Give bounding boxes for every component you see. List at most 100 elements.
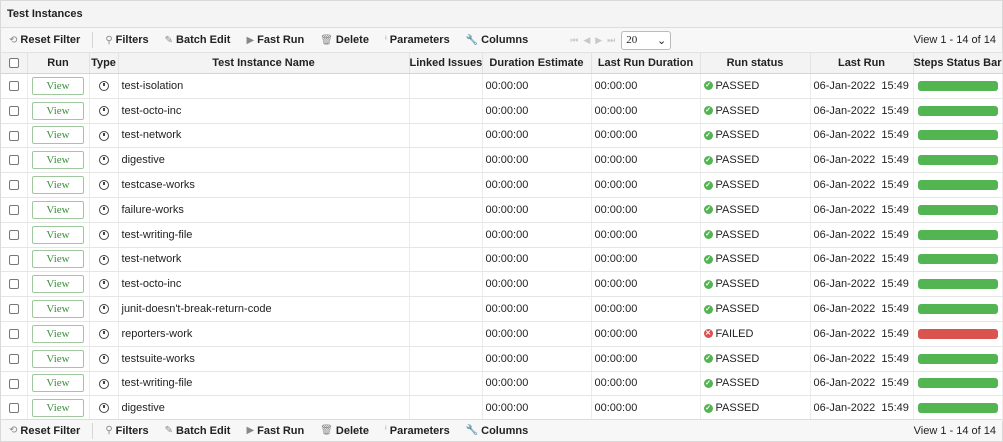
table-row[interactable]: View test-isolation 00:00:00 00:00:00 ✓ PASSE… xyxy=(1,73,1003,99)
parameters-button-bottom[interactable]: ⁱ Parameters xyxy=(377,425,458,437)
view-button[interactable]: View xyxy=(32,176,84,195)
view-button[interactable]: View xyxy=(32,275,84,294)
run-status-text: PASSED xyxy=(715,253,760,266)
row-select-cell xyxy=(1,73,28,99)
run-cell: View xyxy=(27,73,90,99)
instance-name-cell[interactable]: test-octo-inc xyxy=(118,98,410,124)
trash-icon: 🗑 xyxy=(320,425,333,436)
table-row[interactable]: View test-writing-file 00:00:00 00:00:00 ✓ PA… xyxy=(1,222,1003,248)
table-row[interactable]: View digestive 00:00:00 00:00:00 ✓ PASSED 06-J… xyxy=(1,147,1003,174)
instance-name-cell[interactable]: test-isolation xyxy=(118,73,410,99)
batch-edit-button[interactable]: ✎ Batch Edit xyxy=(157,34,239,46)
table-row[interactable]: View failure-works 00:00:00 00:00:00 ✓ PASSED… xyxy=(1,197,1003,223)
fast-run-button[interactable]: ▶ Fast Run xyxy=(238,34,312,46)
col-header-last-run-duration[interactable]: Last Run Duration xyxy=(591,52,701,74)
col-header-type[interactable]: Type xyxy=(89,52,119,74)
failed-icon: ✕ xyxy=(703,329,713,339)
instance-name-cell[interactable]: test-network xyxy=(118,123,410,149)
table-row[interactable]: View testcase-works 00:00:00 00:00:00 ✓ PASSE… xyxy=(1,172,1003,198)
table-row[interactable]: View test-writing-file 00:00:00 00:00:00 ✓ PA… xyxy=(1,371,1003,397)
view-button[interactable]: View xyxy=(32,374,84,393)
last-page-icon[interactable]: ⏭ xyxy=(607,35,615,46)
view-button[interactable]: View xyxy=(32,399,84,418)
col-header-run[interactable]: Run xyxy=(27,52,90,74)
col-header-run-status[interactable]: Run status xyxy=(700,52,811,74)
col-header-duration-estimate[interactable]: Duration Estimate xyxy=(482,52,592,74)
instance-name-cell[interactable]: test-writing-file xyxy=(118,371,410,397)
timer-icon xyxy=(98,279,109,290)
col-header-last-run[interactable]: Last Run xyxy=(810,52,914,74)
reset-filter-button[interactable]: ⟲ Reset Filter xyxy=(1,34,88,46)
view-button[interactable]: View xyxy=(32,200,84,219)
instance-name-cell[interactable]: failure-works xyxy=(118,197,410,223)
row-checkbox[interactable] xyxy=(8,403,19,414)
row-checkbox[interactable] xyxy=(8,105,19,116)
row-checkbox[interactable] xyxy=(8,254,19,265)
first-page-icon[interactable]: ⏮ xyxy=(570,35,578,46)
duration-estimate-cell: 00:00:00 xyxy=(482,147,592,174)
instance-name-cell[interactable]: testsuite-works xyxy=(118,346,410,372)
view-button[interactable]: View xyxy=(32,225,84,244)
instance-name-cell[interactable]: test-octo-inc xyxy=(118,271,410,298)
col-header-steps-status-bar[interactable]: Steps Status Bar xyxy=(913,52,1003,74)
last-run-duration-cell: 00:00:00 xyxy=(591,271,701,298)
instance-name-cell[interactable]: test-network xyxy=(118,247,410,273)
last-run-duration-cell: 00:00:00 xyxy=(591,247,701,273)
view-button[interactable]: View xyxy=(32,126,84,145)
instance-name-cell[interactable]: testcase-works xyxy=(118,172,410,198)
table-row[interactable]: View reporters-work 00:00:00 00:00:00 ✕ FAILE… xyxy=(1,321,1003,347)
instance-name-cell[interactable]: reporters-work xyxy=(118,321,410,347)
row-checkbox[interactable] xyxy=(8,229,19,240)
row-checkbox[interactable] xyxy=(8,80,19,91)
instance-name-cell[interactable]: digestive xyxy=(118,395,410,422)
filters-button[interactable]: ⚲ Filters xyxy=(97,34,156,46)
columns-button-bottom[interactable]: 🔧 Columns xyxy=(458,425,537,437)
row-checkbox[interactable] xyxy=(8,328,19,339)
table-row[interactable]: View junit-doesn't-break-return-code 00:00… xyxy=(1,296,1003,322)
row-checkbox[interactable] xyxy=(8,130,19,141)
linked-issues-cell xyxy=(409,271,483,298)
view-button[interactable]: View xyxy=(32,151,84,170)
col-header-name[interactable]: Test Instance Name xyxy=(118,52,410,74)
instance-name-cell[interactable]: junit-doesn't-break-return-code xyxy=(118,296,410,322)
parameters-button[interactable]: ⁱ Parameters xyxy=(377,34,458,46)
steps-status-bar-cell xyxy=(913,172,1003,198)
batch-edit-button-bottom[interactable]: ✎ Batch Edit xyxy=(157,425,239,437)
row-checkbox[interactable] xyxy=(8,279,19,290)
row-checkbox[interactable] xyxy=(8,180,19,191)
table-row[interactable]: View test-octo-inc 00:00:00 00:00:00 ✓ PASSED… xyxy=(1,98,1003,124)
table-row[interactable]: View test-network 00:00:00 00:00:00 ✓ PASSED 0… xyxy=(1,247,1003,273)
instance-name-cell[interactable]: test-writing-file xyxy=(118,222,410,248)
view-button[interactable]: View xyxy=(32,76,84,95)
table-row[interactable]: View test-network 00:00:00 00:00:00 ✓ PASSED 0… xyxy=(1,123,1003,149)
next-page-icon[interactable]: ▶ xyxy=(595,35,602,46)
row-checkbox[interactable] xyxy=(8,155,19,166)
delete-button-bottom[interactable]: 🗑 Delete xyxy=(312,425,377,437)
prev-page-icon[interactable]: ◀ xyxy=(583,35,590,46)
view-button[interactable]: View xyxy=(32,300,84,319)
filters-button-bottom[interactable]: ⚲ Filters xyxy=(97,425,156,437)
select-all-checkbox[interactable] xyxy=(8,58,19,69)
view-button[interactable]: View xyxy=(32,324,84,343)
view-button[interactable]: View xyxy=(32,101,84,120)
reset-filter-button-bottom[interactable]: ⟲ Reset Filter xyxy=(1,425,88,437)
delete-button[interactable]: 🗑 Delete xyxy=(312,34,377,46)
type-cell xyxy=(89,98,119,124)
steps-status-bar-cell xyxy=(913,123,1003,149)
row-checkbox[interactable] xyxy=(8,378,19,389)
run-cell: View xyxy=(27,172,90,198)
row-checkbox[interactable] xyxy=(8,304,19,315)
instance-name-cell[interactable]: digestive xyxy=(118,147,410,174)
col-header-linked-issues[interactable]: Linked Issues xyxy=(409,52,483,74)
columns-button[interactable]: 🔧 Columns xyxy=(458,34,537,46)
page-size-select[interactable]: 20 ⌄ xyxy=(621,30,672,50)
view-button[interactable]: View xyxy=(32,250,84,269)
row-checkbox[interactable] xyxy=(8,353,19,364)
table-row[interactable]: View testsuite-works 00:00:00 00:00:00 ✓ PASS… xyxy=(1,346,1003,372)
table-row[interactable]: View digestive 00:00:00 00:00:00 ✓ PASSED 06-J… xyxy=(1,395,1003,422)
view-button[interactable]: View xyxy=(32,349,84,368)
row-checkbox[interactable] xyxy=(8,204,19,215)
table-row[interactable]: View test-octo-inc 00:00:00 00:00:00 ✓ PASSED… xyxy=(1,271,1003,298)
linked-issues-cell xyxy=(409,247,483,273)
fast-run-button-bottom[interactable]: ▶ Fast Run xyxy=(238,425,312,437)
